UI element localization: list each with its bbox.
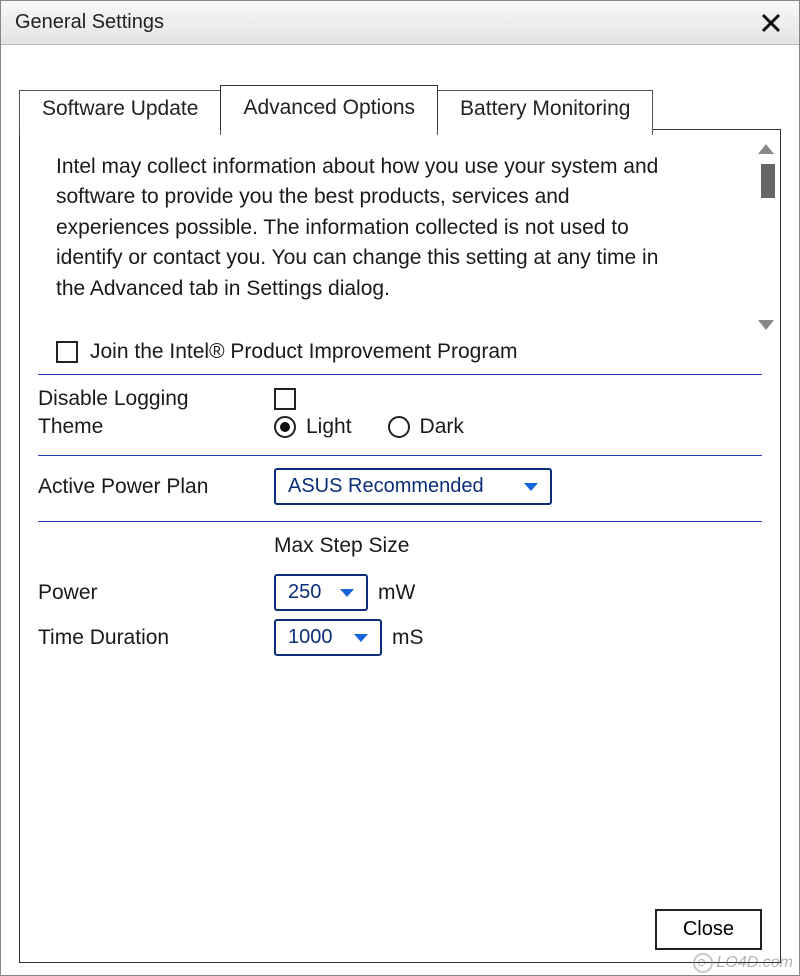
power-plan-row: Active Power Plan ASUS Recommended <box>38 466 762 507</box>
chevron-down-icon <box>354 634 368 642</box>
power-step-row: Power 250 mW <box>38 572 762 613</box>
privacy-info-text: Intel may collect information about how … <box>38 148 668 328</box>
dialog-button-bar: Close <box>38 901 762 950</box>
scroll-down-icon[interactable] <box>758 320 774 330</box>
x-icon <box>760 12 782 34</box>
power-plan-dropdown[interactable]: ASUS Recommended <box>274 468 552 505</box>
tab-label: Software Update <box>42 97 198 120</box>
time-step-value: 1000 <box>288 626 333 649</box>
join-program-label: Join the Intel® Product Improvement Prog… <box>90 340 518 364</box>
power-step-label: Power <box>38 581 274 605</box>
scrollbar-thumb[interactable] <box>761 164 775 198</box>
chevron-down-icon <box>524 483 538 491</box>
titlebar: General Settings <box>1 1 799 45</box>
chevron-down-icon <box>340 589 354 597</box>
tab-software-update[interactable]: Software Update <box>19 90 221 135</box>
theme-label: Theme <box>38 415 274 439</box>
settings-window: General Settings Software Update Advance… <box>0 0 800 976</box>
watermark: ⟳ LO4D.com <box>693 953 793 973</box>
power-plan-section: Active Power Plan ASUS Recommended <box>38 456 762 521</box>
refresh-icon: ⟳ <box>693 953 713 973</box>
time-step-unit: mS <box>392 626 424 650</box>
step-heading-row: Max Step Size <box>38 532 762 566</box>
theme-row: Theme Light Dark <box>38 413 762 441</box>
scroll-up-icon[interactable] <box>758 144 774 154</box>
join-program-checkbox[interactable] <box>56 341 78 363</box>
tab-label: Advanced Options <box>243 96 415 119</box>
theme-dark-radio[interactable] <box>388 416 410 438</box>
theme-dark-label: Dark <box>420 415 464 439</box>
time-step-label: Time Duration <box>38 626 274 650</box>
dialog-body: Software Update Advanced Options Battery… <box>1 45 799 975</box>
power-step-unit: mW <box>378 581 415 605</box>
tab-label: Battery Monitoring <box>460 97 630 120</box>
power-step-value: 250 <box>288 581 321 604</box>
time-step-row: Time Duration 1000 mS <box>38 617 762 658</box>
close-icon[interactable] <box>753 5 789 41</box>
disable-logging-label: Disable Logging <box>38 387 274 411</box>
power-plan-label: Active Power Plan <box>38 475 274 499</box>
close-button[interactable]: Close <box>655 909 762 950</box>
power-plan-value: ASUS Recommended <box>288 475 484 498</box>
tab-bar: Software Update Advanced Options Battery… <box>19 85 781 130</box>
tab-panel-advanced: Intel may collect information about how … <box>19 129 781 963</box>
disable-logging-row: Disable Logging <box>38 385 762 413</box>
watermark-text: LO4D.com <box>717 954 793 972</box>
tab-battery-monitoring[interactable]: Battery Monitoring <box>437 90 653 135</box>
disable-logging-checkbox[interactable] <box>274 388 296 410</box>
tab-advanced-options[interactable]: Advanced Options <box>220 85 438 130</box>
window-title: General Settings <box>15 11 164 34</box>
theme-radio-group: Light Dark <box>274 415 500 439</box>
theme-light-radio[interactable] <box>274 416 296 438</box>
logging-theme-section: Disable Logging Theme Light Dark <box>38 375 762 455</box>
theme-option-light: Light <box>274 415 352 439</box>
join-program-row: Join the Intel® Product Improvement Prog… <box>38 328 762 374</box>
theme-light-label: Light <box>306 415 352 439</box>
power-step-dropdown[interactable]: 250 <box>274 574 368 611</box>
time-step-dropdown[interactable]: 1000 <box>274 619 382 656</box>
step-size-section: Max Step Size Power 250 mW Time Duration… <box>38 522 762 672</box>
theme-option-dark: Dark <box>388 415 464 439</box>
max-step-heading: Max Step Size <box>274 534 409 558</box>
